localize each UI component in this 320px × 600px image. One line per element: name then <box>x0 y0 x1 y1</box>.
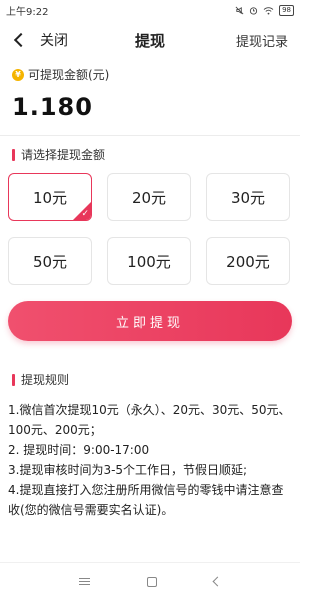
status-icons: 98 <box>235 4 294 16</box>
status-bar: 上午9:22 98 <box>0 0 300 20</box>
amount-grid: 10元 ✓ 20元 30元 50元 100元 200元 <box>0 173 300 285</box>
close-label: 关闭 <box>40 33 68 49</box>
title-accent-bar <box>12 373 15 386</box>
rules-body: 1.微信首次提现10元（永久）、20元、30元、50元、100元、200元； 2… <box>0 400 300 520</box>
balance-label: 可提现金额(元) <box>28 68 110 82</box>
withdraw-button[interactable]: 立即提现 <box>8 301 292 341</box>
menu-icon[interactable] <box>78 578 90 585</box>
balance-value: 1.180 <box>12 93 93 121</box>
amount-option-label: 100元 <box>127 252 171 271</box>
mute-icon <box>235 6 244 14</box>
home-icon[interactable] <box>146 576 157 587</box>
status-time: 上午9:22 <box>6 6 49 18</box>
amount-section-title: 请选择提现金额 <box>0 146 300 163</box>
amount-option-10[interactable]: 10元 ✓ <box>8 173 92 221</box>
amount-option-label: 30元 <box>230 188 266 207</box>
amount-option-label: 10元 <box>32 188 68 207</box>
balance-label-row: ¥ 可提现金额(元) <box>12 66 288 83</box>
rules-section-title: 提现规则 <box>0 371 300 388</box>
divider <box>0 135 300 136</box>
coin-icon: ¥ <box>12 68 24 81</box>
rule-line: 4.提现直接打入您注册所用微信号的零钱中请注意查收(您的微信号需要实名认证)。 <box>8 483 284 517</box>
alarm-icon <box>249 6 258 15</box>
amount-option-30[interactable]: 30元 <box>206 173 290 221</box>
rule-line: 1.微信首次提现10元（永久）、20元、30元、50元、100元、200元； <box>8 403 291 437</box>
back-icon[interactable] <box>212 576 223 587</box>
rules-title: 提现规则 <box>21 373 70 387</box>
amount-option-100[interactable]: 100元 <box>107 237 191 285</box>
amount-option-label: 50元 <box>32 252 68 271</box>
amount-option-50[interactable]: 50元 <box>8 237 92 285</box>
close-button[interactable]: 关闭 <box>12 30 68 50</box>
balance-section: ¥ 可提现金额(元) 1.180 <box>0 60 300 121</box>
amount-option-20[interactable]: 20元 <box>107 173 191 221</box>
amount-option-label: 200元 <box>226 252 270 271</box>
withdraw-records-link[interactable]: 提现记录 <box>236 31 288 50</box>
amount-option-label: 20元 <box>131 188 167 207</box>
check-icon: ✓ <box>81 209 89 219</box>
battery-icon: 98 <box>279 4 294 16</box>
rule-line: 3.提现审核时间为3-5个工作日，节假日顺延; <box>8 463 248 477</box>
back-arrow-icon <box>13 32 29 48</box>
title-accent-bar <box>12 148 15 161</box>
amount-option-200[interactable]: 200元 <box>206 237 290 285</box>
nav-bar: 关闭 提现 提现记录 <box>0 20 300 60</box>
amount-section-label: 请选择提现金额 <box>21 148 106 162</box>
rule-line: 2. 提现时间：9:00-17:00 <box>8 443 150 457</box>
system-nav-bar <box>0 562 300 600</box>
wifi-icon <box>263 6 274 15</box>
